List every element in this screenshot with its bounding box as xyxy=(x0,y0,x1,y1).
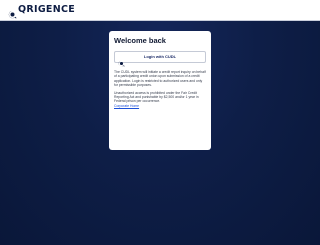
brand-wordmark: QRIGENCE xyxy=(18,4,76,15)
disclaimer-paragraph-2: Unauthorized access is prohibited under … xyxy=(114,90,199,104)
brand-logo[interactable]: QRIGENCE xyxy=(8,4,76,18)
q-mark-icon xyxy=(8,6,17,18)
corporate-home-link[interactable]: Corporate Home xyxy=(114,104,206,108)
login-card: Welcome back Login with CUDL The CUDL sy… xyxy=(109,31,211,150)
disclaimer-paragraph-1: The CUDL system will initiate a credit r… xyxy=(114,70,206,87)
login-button-label: Login with CUDL xyxy=(143,54,177,59)
login-with-cudl-button[interactable]: Login with CUDL xyxy=(114,51,206,66)
q-mark-icon xyxy=(118,54,125,66)
card-title: Welcome back xyxy=(114,36,166,45)
top-header: QRIGENCE xyxy=(0,0,320,21)
